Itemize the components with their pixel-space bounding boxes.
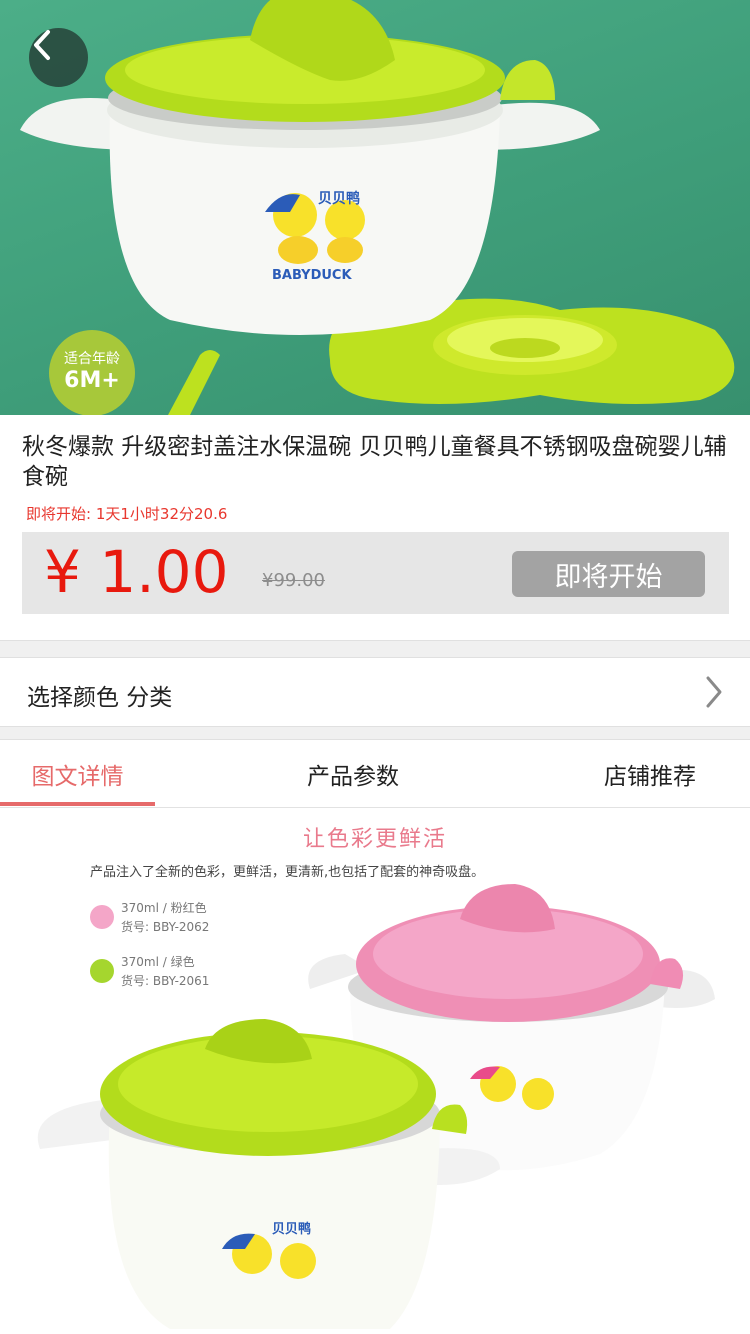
original-price: ¥99.00 (262, 570, 325, 591)
variant-green-sku: 货号: BBY-2061 (121, 974, 210, 988)
svg-text:贝贝鸭: 贝贝鸭 (318, 190, 360, 207)
back-button[interactable] (29, 28, 88, 87)
active-tab-indicator (0, 802, 155, 806)
tab-shop-recommend[interactable]: 店铺推荐 (575, 740, 725, 808)
bowls-illustration: 贝贝鸭 (37, 884, 715, 1329)
product-hero-image: 贝贝鸭 BABYDUCK 适合年龄 6M+ (0, 0, 750, 415)
section-divider (0, 640, 750, 658)
svg-text:贝贝鸭: 贝贝鸭 (272, 1221, 311, 1237)
chevron-right-icon (706, 676, 722, 708)
detail-content-image: 贝贝鸭 让色彩更鲜活 产品注入了全新的色彩，更鲜活，更清新,也包括了配套的神奇吸… (0, 809, 750, 1334)
variant-pink-sku: 货号: BBY-2062 (121, 920, 210, 934)
tab-product-params[interactable]: 产品参数 (278, 740, 428, 808)
select-color-row[interactable]: 选择颜色 分类 (0, 658, 750, 726)
variant-pink-spec: 370ml / 粉红色 (121, 901, 207, 915)
select-color-label: 选择颜色 分类 (27, 685, 173, 711)
product-title: 秋冬爆款 升级密封盖注水保温碗 贝贝鸭儿童餐具不锈钢吸盘碗婴儿辅食碗 (22, 434, 727, 490)
svg-text:BABYDUCK: BABYDUCK (272, 268, 352, 283)
detail-tabs: 图文详情 产品参数 店铺推荐 (0, 740, 750, 808)
detail-description: 产品注入了全新的色彩，更鲜活，更清新,也包括了配套的神奇吸盘。 (90, 865, 485, 880)
variant-green-spec: 370ml / 绿色 (121, 955, 195, 969)
detail-heading: 让色彩更鲜活 (302, 827, 447, 852)
green-swatch (90, 959, 114, 983)
price-bar: ¥ 1.00 ¥99.00 即将开始 (22, 532, 729, 614)
chevron-left-icon (34, 30, 50, 60)
age-badge-label: 适合年龄 (64, 351, 120, 367)
age-badge-value: 6M+ (64, 368, 120, 393)
countdown-text: 即将开始: 1天1小时32分20.6 (26, 505, 228, 523)
tab-image-details[interactable]: 图文详情 (0, 740, 155, 808)
pink-swatch (90, 905, 114, 929)
section-divider (0, 726, 750, 740)
coming-soon-button[interactable]: 即将开始 (512, 551, 705, 597)
current-price: ¥ 1.00 (44, 538, 229, 606)
age-badge: 适合年龄 6M+ (49, 330, 135, 415)
